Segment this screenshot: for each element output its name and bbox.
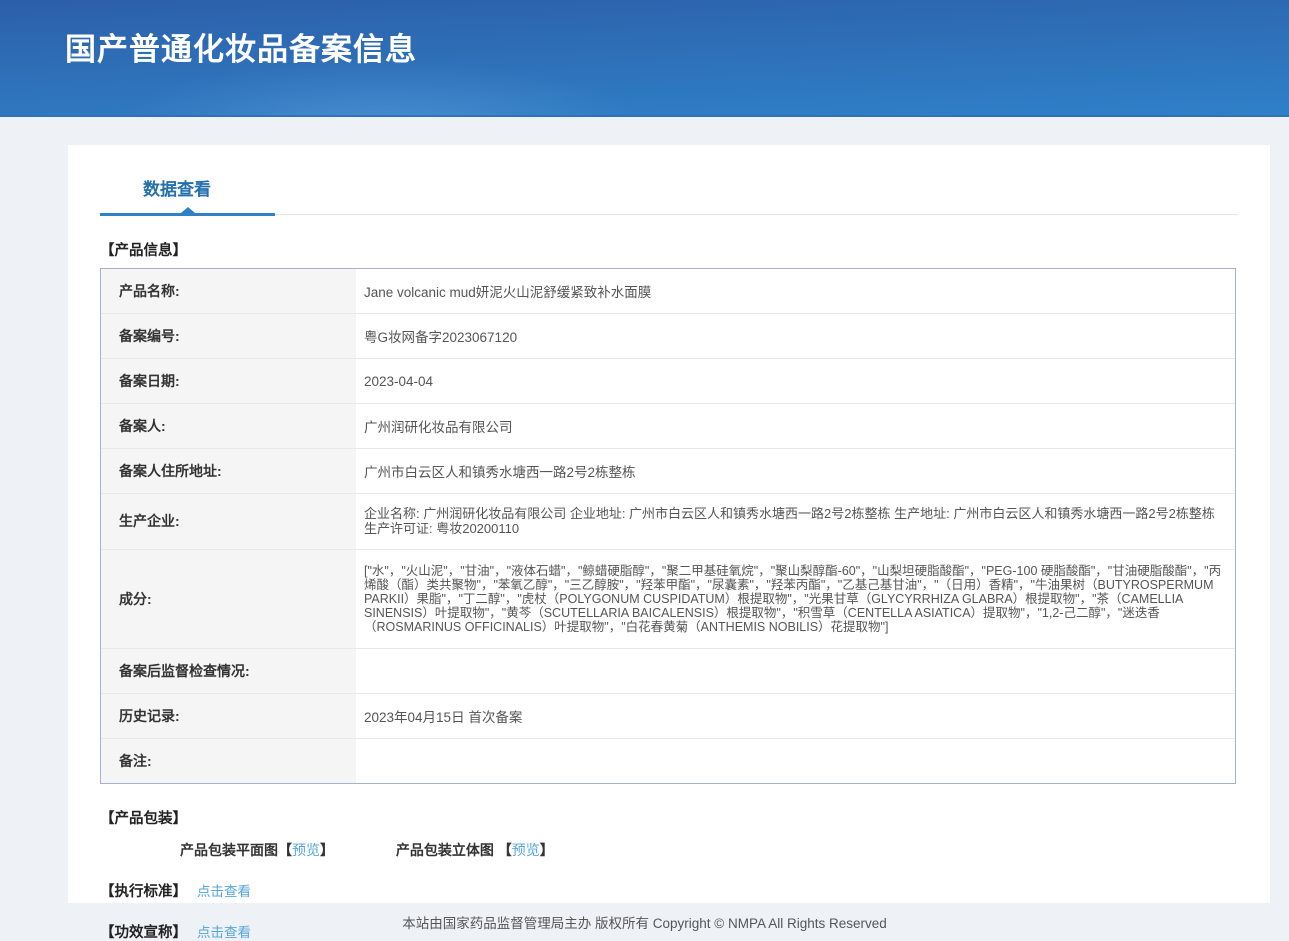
table-row: 备案人住所地址: 广州市白云区人和镇秀水塘西一路2号2栋整栋 (101, 449, 1235, 494)
row-value-registration-number: 粤G妆网备字2023067120 (356, 314, 1235, 358)
page-footer: 本站由国家药品监督管理局主办 版权所有 Copyright © NMPA All… (0, 903, 1289, 941)
section-standard-label: 【执行标准】 (100, 884, 187, 900)
row-label-remarks: 备注: (101, 739, 356, 783)
tab-strip: 数据查看 (68, 145, 1270, 215)
page-title: 国产普通化妆品备案信息 (65, 24, 417, 69)
row-value-registration-date: 2023-04-04 (356, 359, 1235, 403)
row-label-registrant: 备案人: (101, 404, 356, 448)
row-label-registration-number: 备案编号: (101, 314, 356, 358)
row-label-ingredients: 成分: (101, 550, 356, 648)
row-value-supervision (356, 649, 1235, 693)
tab-data-view[interactable]: 数据查看 (143, 175, 211, 214)
table-row: 产品名称: Jane volcanic mud妍泥火山泥舒缓紧致补水面膜 (101, 269, 1235, 314)
bracket-open: 【 (498, 842, 512, 858)
row-label-supervision: 备案后监督检查情况: (101, 649, 356, 693)
table-row: 成分: ["水"，"火山泥"，"甘油"，"液体石蜡"，"鲸蜡硬脂醇"，"聚二甲基… (101, 550, 1235, 649)
bracket-open: 【 (278, 842, 292, 858)
row-value-registrant-address: 广州市白云区人和镇秀水塘西一路2号2栋整栋 (356, 449, 1235, 493)
packaging-3d-preview-link[interactable]: 预览 (512, 842, 540, 858)
standard-view-link[interactable]: 点击查看 (197, 884, 251, 899)
tab-divider (100, 214, 1238, 215)
row-value-manufacturer: 企业名称: 广州润研化妆品有限公司 企业地址: 广州市白云区人和镇秀水塘西一路2… (356, 494, 1235, 549)
bracket-close: 】 (320, 842, 334, 858)
bracket-close: 】 (540, 842, 554, 858)
packaging-flat-preview-link[interactable]: 预览 (292, 842, 320, 858)
page-header: 国产普通化妆品备案信息 (0, 0, 1289, 117)
table-row: 备注: (101, 739, 1235, 783)
table-row: 备案人: 广州润研化妆品有限公司 (101, 404, 1235, 449)
row-value-ingredients: ["水"，"火山泥"，"甘油"，"液体石蜡"，"鲸蜡硬脂醇"，"聚二甲基硅氧烷"… (356, 550, 1235, 648)
content-card: 数据查看 【产品信息】 产品名称: Jane volcanic mud妍泥火山泥… (68, 145, 1270, 903)
row-value-product-name: Jane volcanic mud妍泥火山泥舒缓紧致补水面膜 (356, 269, 1235, 313)
row-value-remarks (356, 739, 1235, 783)
table-row: 生产企业: 企业名称: 广州润研化妆品有限公司 企业地址: 广州市白云区人和镇秀… (101, 494, 1235, 550)
row-label-registrant-address: 备案人住所地址: (101, 449, 356, 493)
row-value-registrant: 广州润研化妆品有限公司 (356, 404, 1235, 448)
tab-active-indicator (100, 213, 275, 216)
product-info-table: 产品名称: Jane volcanic mud妍泥火山泥舒缓紧致补水面膜 备案编… (100, 268, 1236, 784)
packaging-3d-label: 产品包装立体图 (396, 842, 494, 858)
row-label-history: 历史记录: (101, 694, 356, 738)
footer-copyright: 本站由国家药品监督管理局主办 版权所有 Copyright © NMPA All… (402, 912, 887, 932)
table-row: 备案后监督检查情况: (101, 649, 1235, 694)
row-value-history: 2023年04月15日 首次备案 (356, 694, 1235, 738)
standard-section: 【执行标准】点击查看 (100, 880, 1238, 901)
section-product-info: 【产品信息】 (100, 239, 1238, 260)
table-row: 备案日期: 2023-04-04 (101, 359, 1235, 404)
row-label-manufacturer: 生产企业: (101, 494, 356, 549)
section-packaging: 【产品包装】 (100, 807, 1238, 828)
packaging-links-row: 产品包装平面图【预览】 产品包装立体图 【预览】 (180, 840, 1238, 860)
row-label-product-name: 产品名称: (101, 269, 356, 313)
tab-triangle-icon (181, 207, 195, 213)
packaging-flat-item: 产品包装平面图【预览】 (180, 842, 338, 858)
packaging-flat-label: 产品包装平面图 (180, 842, 278, 858)
packaging-3d-item: 产品包装立体图 【预览】 (396, 842, 554, 858)
table-row: 历史记录: 2023年04月15日 首次备案 (101, 694, 1235, 739)
row-label-registration-date: 备案日期: (101, 359, 356, 403)
table-row: 备案编号: 粤G妆网备字2023067120 (101, 314, 1235, 359)
